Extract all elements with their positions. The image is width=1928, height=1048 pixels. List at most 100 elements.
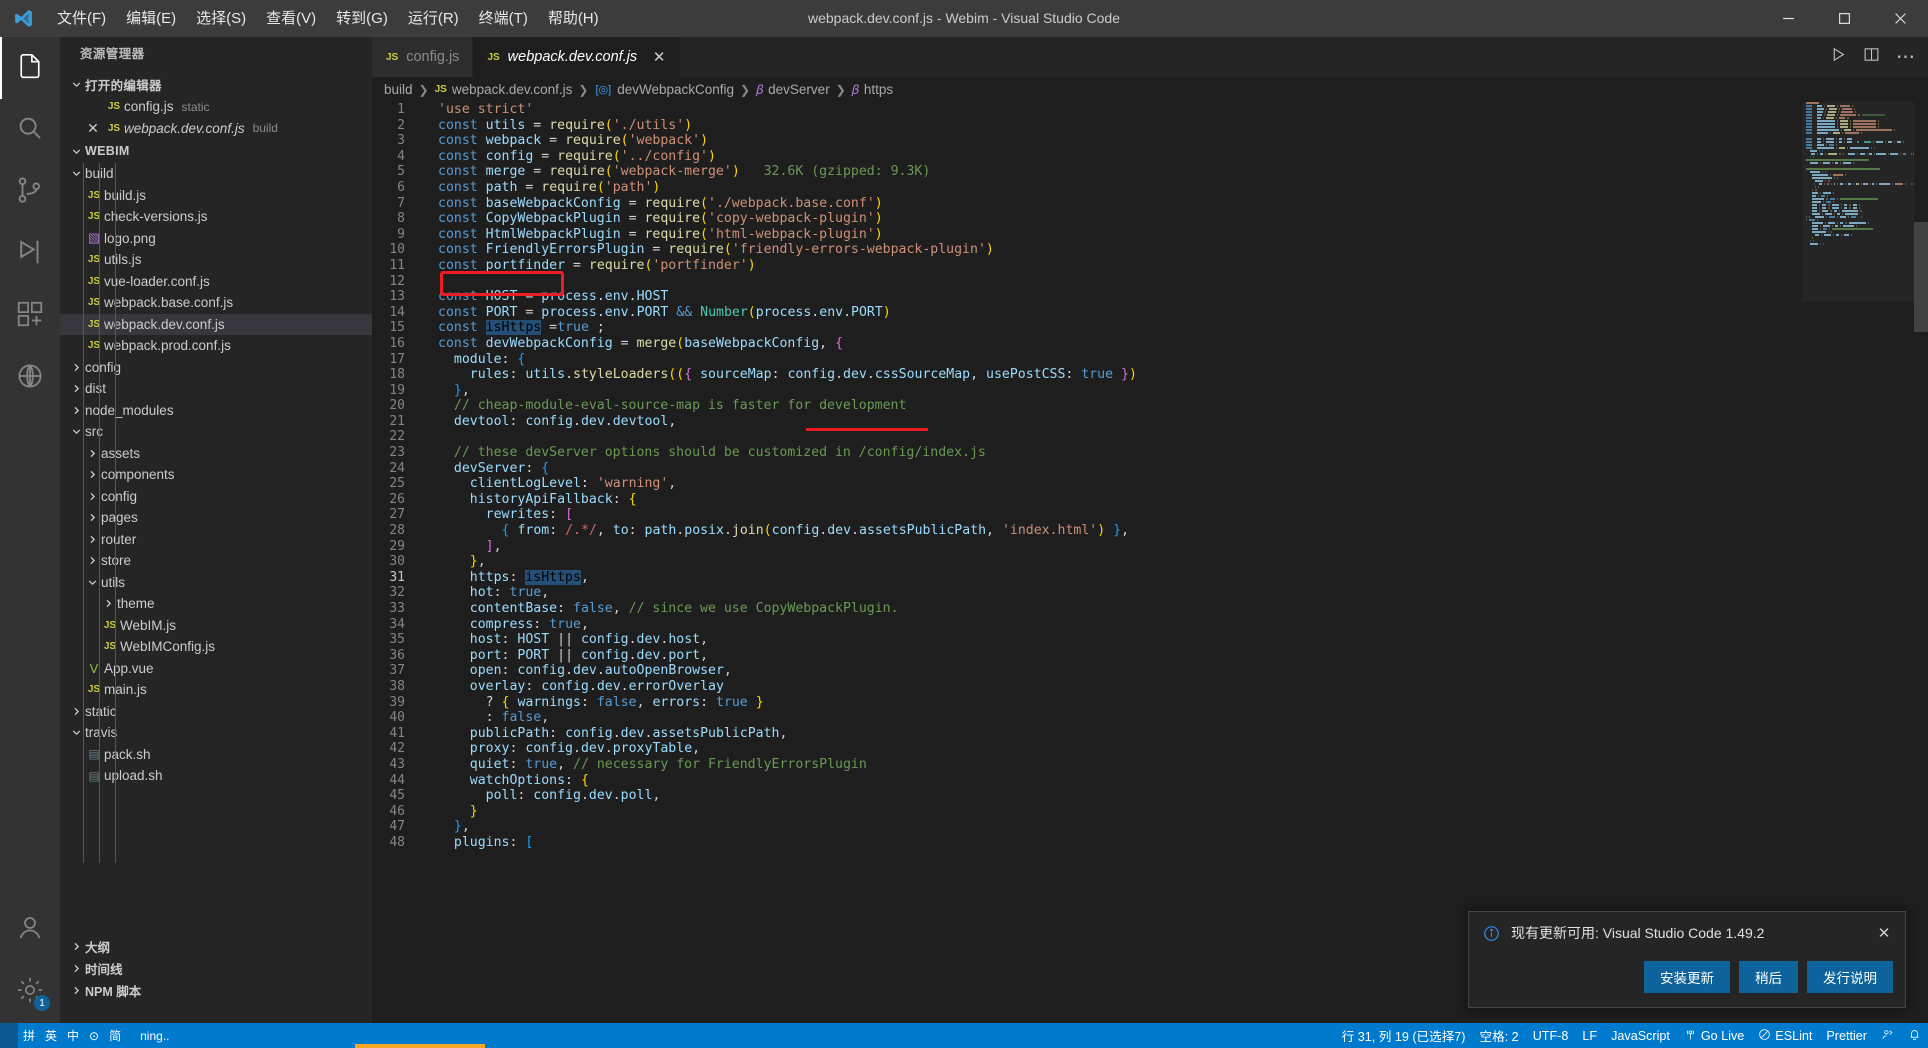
code-line[interactable]: 14 const PORT = process.env.PORT && Numbe… bbox=[372, 305, 1928, 321]
code-content[interactable]: 1'use strict' 2 const utils = require('./u… bbox=[372, 102, 1928, 851]
menu-selection[interactable]: 选择(S) bbox=[186, 0, 256, 37]
ime-mode-simplified[interactable]: 简 bbox=[104, 1023, 126, 1048]
tree-file-check-versions-js[interactable]: JS check-versions.js bbox=[60, 206, 372, 228]
activity-source-control[interactable] bbox=[0, 161, 60, 223]
code-line[interactable]: 7 const baseWebpackConfig = require('./we… bbox=[372, 196, 1928, 212]
status-notifications[interactable] bbox=[1901, 1023, 1928, 1048]
code-line[interactable]: 41 publicPath: config.dev.assetsPublicPa… bbox=[372, 726, 1928, 742]
tree-file-webpack-base-conf-js[interactable]: JS webpack.base.conf.js bbox=[60, 292, 372, 314]
section-npm-scripts[interactable]: NPM 脚本 bbox=[60, 979, 372, 1001]
status-prettier[interactable]: Prettier bbox=[1819, 1023, 1874, 1048]
ime-mode-en[interactable]: 英 bbox=[40, 1023, 62, 1048]
code-line[interactable]: 33 contentBase: false, // since we use C… bbox=[372, 601, 1928, 617]
code-line[interactable]: 22 bbox=[372, 429, 1928, 445]
code-line[interactable]: 2 const utils = require('./utils') bbox=[372, 118, 1928, 134]
tree-folder-config[interactable]: config bbox=[60, 357, 372, 379]
status-language-mode[interactable]: JavaScript bbox=[1604, 1023, 1677, 1048]
close-button[interactable] bbox=[1872, 0, 1928, 37]
code-line[interactable]: 25 clientLogLevel: 'warning', bbox=[372, 476, 1928, 492]
tree-folder-src[interactable]: src bbox=[60, 421, 372, 443]
code-line[interactable]: 26 historyApiFallback: { bbox=[372, 492, 1928, 508]
open-editor-webpack-dev-conf-js[interactable]: ✕ JS webpack.dev.conf.js build bbox=[60, 118, 372, 140]
maximize-button[interactable] bbox=[1816, 0, 1872, 37]
code-line[interactable]: 42 proxy: config.dev.proxyTable, bbox=[372, 741, 1928, 757]
tree-file-webimconfig-js[interactable]: JS WebIMConfig.js bbox=[60, 636, 372, 658]
tree-folder-pages[interactable]: pages bbox=[60, 507, 372, 529]
code-line[interactable]: 8 const CopyWebpackPlugin = require('copy… bbox=[372, 211, 1928, 227]
section-outline[interactable]: 大纲 bbox=[60, 935, 372, 957]
tree-folder-assets[interactable]: assets bbox=[60, 443, 372, 465]
editor-vertical-scrollbar[interactable] bbox=[1914, 102, 1928, 1023]
menu-run[interactable]: 运行(R) bbox=[398, 0, 469, 37]
code-line[interactable]: 5 const merge = require('webpack-merge') … bbox=[372, 164, 1928, 180]
activity-accounts[interactable] bbox=[0, 899, 60, 961]
close-editor-icon[interactable]: ✕ bbox=[82, 120, 104, 137]
tree-file-app-vue[interactable]: V App.vue bbox=[60, 658, 372, 680]
tree-folder-config[interactable]: config bbox=[60, 486, 372, 508]
code-line[interactable]: 30 }, bbox=[372, 554, 1928, 570]
code-line[interactable]: 11 const portfinder = require('portfinder… bbox=[372, 258, 1928, 274]
menu-view[interactable]: 查看(V) bbox=[256, 0, 326, 37]
ime-mode-zh[interactable]: 中 bbox=[62, 1023, 84, 1048]
code-line[interactable]: 13 const HOST = process.env.HOST bbox=[372, 289, 1928, 305]
breadcrumb-item-https[interactable]: 𝛽 https bbox=[852, 82, 893, 98]
breadcrumb-item-build[interactable]: build bbox=[384, 82, 413, 97]
taskbar-item-label[interactable]: ning.. bbox=[126, 1023, 174, 1048]
code-line[interactable]: 44 watchOptions: { bbox=[372, 773, 1928, 789]
tree-folder-store[interactable]: store bbox=[60, 550, 372, 572]
code-line[interactable]: 19 }, bbox=[372, 383, 1928, 399]
code-line[interactable]: 37 open: config.dev.autoOpenBrowser, bbox=[372, 663, 1928, 679]
activity-explorer[interactable] bbox=[0, 37, 60, 99]
status-cursor-position[interactable]: 行 31, 列 19 (已选择7) bbox=[1335, 1023, 1473, 1048]
status-eslint[interactable]: ESLint bbox=[1751, 1023, 1819, 1048]
code-line[interactable]: 24 devServer: { bbox=[372, 461, 1928, 477]
status-go-live[interactable]: Go Live bbox=[1677, 1023, 1751, 1048]
activity-remote-explorer[interactable] bbox=[0, 347, 60, 409]
tree-folder-router[interactable]: router bbox=[60, 529, 372, 551]
code-line[interactable]: 1 'use strict' bbox=[372, 102, 1928, 118]
install-update-button[interactable]: 安装更新 bbox=[1644, 961, 1730, 993]
code-line[interactable]: 23 // these devServer options should be … bbox=[372, 445, 1928, 461]
code-editor[interactable]: 1'use strict' 2 const utils = require('./u… bbox=[372, 102, 1928, 1023]
code-line[interactable]: 12 bbox=[372, 274, 1928, 290]
later-button[interactable]: 稍后 bbox=[1739, 961, 1798, 993]
code-line[interactable]: 35 host: HOST || config.dev.host, bbox=[372, 632, 1928, 648]
section-timeline[interactable]: 时间线 bbox=[60, 957, 372, 979]
code-line[interactable]: 38 overlay: config.dev.errorOverlay bbox=[372, 679, 1928, 695]
breadcrumb-item-devserver[interactable]: 𝛽 devServer bbox=[756, 82, 830, 98]
ime-mode-pin[interactable]: 拼 bbox=[18, 1023, 40, 1048]
split-editor-icon[interactable] bbox=[1863, 46, 1880, 68]
code-line[interactable]: 21 devtool: config.dev.devtool, bbox=[372, 414, 1928, 430]
code-line[interactable]: 47 }, bbox=[372, 819, 1928, 835]
tree-folder-travis[interactable]: travis bbox=[60, 722, 372, 744]
tree-file-build-js[interactable]: JS build.js bbox=[60, 185, 372, 207]
section-open-editors[interactable]: 打开的编辑器 bbox=[60, 72, 372, 96]
menu-terminal[interactable]: 终端(T) bbox=[469, 0, 538, 37]
ime-settings-icon[interactable]: ⊙ bbox=[84, 1023, 104, 1048]
breadcrumb-item-devwebpackconfig[interactable]: [◎] devWebpackConfig bbox=[594, 82, 734, 97]
tree-folder-utils[interactable]: utils bbox=[60, 572, 372, 594]
notification-close-icon[interactable]: ✕ bbox=[1875, 924, 1893, 942]
status-live-share[interactable] bbox=[1874, 1023, 1901, 1048]
status-encoding[interactable]: UTF-8 bbox=[1526, 1023, 1576, 1048]
tree-file-upload-sh[interactable]: ▤ upload.sh bbox=[60, 765, 372, 787]
tree-file-vue-loader-conf-js[interactable]: JS vue-loader.conf.js bbox=[60, 271, 372, 293]
menu-help[interactable]: 帮助(H) bbox=[538, 0, 609, 37]
activity-extensions[interactable] bbox=[0, 285, 60, 347]
minimize-button[interactable] bbox=[1760, 0, 1816, 37]
tree-file-webpack-dev-conf-js[interactable]: JS webpack.dev.conf.js bbox=[60, 313, 372, 335]
tree-file-webpack-prod-conf-js[interactable]: JS webpack.prod.conf.js bbox=[60, 335, 372, 357]
code-line[interactable]: 31 https: isHttps, bbox=[372, 569, 1928, 586]
tab-config-js[interactable]: JS config.js bbox=[372, 37, 474, 77]
minimap[interactable] bbox=[1802, 102, 1914, 1023]
code-line[interactable]: 27 rewrites: [ bbox=[372, 507, 1928, 523]
code-line[interactable]: 18 rules: utils.styleLoaders(({ sourceMa… bbox=[372, 367, 1928, 383]
activity-run-and-debug[interactable] bbox=[0, 223, 60, 285]
tree-folder-node-modules[interactable]: node_modules bbox=[60, 400, 372, 422]
menu-go[interactable]: 转到(G) bbox=[326, 0, 398, 37]
code-line[interactable]: 40 : false, bbox=[372, 710, 1928, 726]
tree-folder-static[interactable]: static bbox=[60, 701, 372, 723]
menu-file[interactable]: 文件(F) bbox=[47, 0, 116, 37]
status-indentation[interactable]: 空格: 2 bbox=[1473, 1023, 1526, 1048]
tree-file-pack-sh[interactable]: ▤ pack.sh bbox=[60, 744, 372, 766]
